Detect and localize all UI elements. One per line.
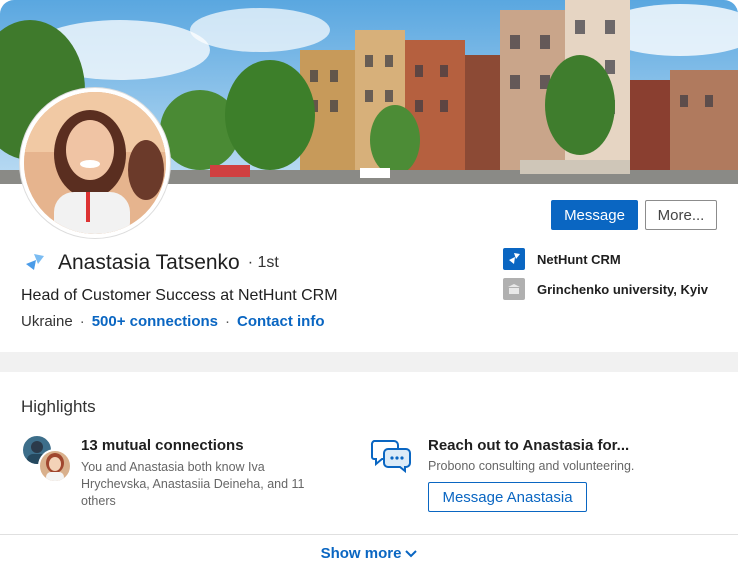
highlights-section: Highlights 13 mutual connections You and… (0, 372, 738, 572)
connections-link[interactable]: 500+ connections (92, 313, 218, 330)
reach-out-title: Reach out to Anastasia for... (428, 437, 630, 454)
org-current-company[interactable]: NetHunt CRM (503, 248, 621, 270)
more-button[interactable]: More... (645, 200, 717, 230)
show-more-label: Show more (320, 545, 402, 562)
meta-separator: · (79, 313, 85, 330)
chat-bubbles-icon (370, 440, 411, 473)
profile-name: Anastasia Tatsenko (58, 251, 240, 274)
profile-location: Ukraine (21, 313, 73, 330)
profile-headline: Head of Customer Success at NetHunt CRM (21, 287, 338, 304)
name-row: Anastasia Tatsenko · 1st (22, 250, 279, 276)
meta-separator: · (225, 313, 230, 330)
highlights-title: Highlights (21, 397, 96, 416)
org-name: NetHunt CRM (537, 251, 621, 267)
nethunt-badge-icon (26, 254, 44, 270)
reach-out-description: Probono consulting and volunteering. (428, 459, 635, 473)
contact-info-link[interactable]: Contact info (237, 313, 325, 330)
chevron-down-icon (405, 545, 418, 562)
message-anastasia-button[interactable]: Message Anastasia (428, 482, 587, 512)
section-divider (0, 352, 738, 372)
divider (0, 534, 738, 535)
org-name: Grinchenko university, Kyiv (537, 281, 708, 297)
profile-card: Message More... Anastasia Tatsenko · 1st… (0, 0, 738, 352)
mutual-connections-description: You and Anastasia both know Iva Hrychevs… (81, 460, 305, 508)
org-education[interactable]: Grinchenko university, Kyiv (503, 278, 708, 300)
mutual-connections-avatars[interactable] (21, 434, 77, 486)
nethunt-logo-icon (503, 248, 525, 270)
mutual-connections-title[interactable]: 13 mutual connections (81, 437, 244, 454)
avatar (38, 449, 72, 483)
connection-degree: · 1st (247, 254, 279, 271)
profile-meta: Ukraine · 500+ connections · Contact inf… (21, 313, 325, 330)
message-button[interactable]: Message (551, 200, 638, 230)
show-more-button[interactable]: Show more (0, 545, 738, 562)
school-icon (503, 278, 525, 300)
profile-photo (24, 92, 166, 234)
profile-avatar[interactable] (20, 88, 170, 238)
